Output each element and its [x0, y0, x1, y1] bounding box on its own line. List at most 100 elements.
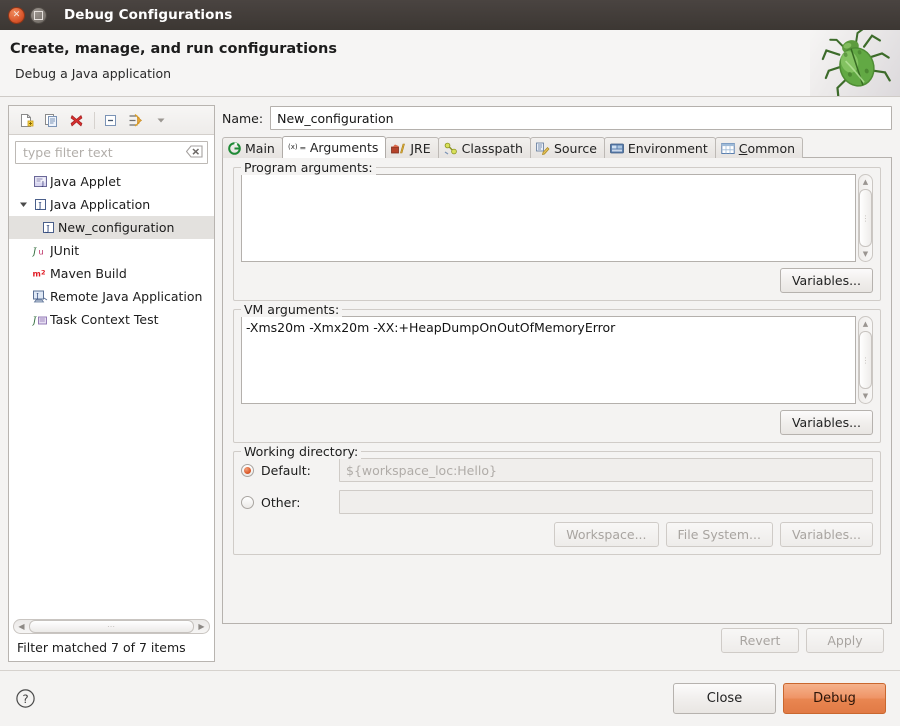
remote-java-icon: J — [30, 289, 50, 304]
tree-horizontal-scrollbar[interactable]: ◀ ⋯ ▶ — [13, 619, 210, 634]
svg-text:=: = — [299, 144, 306, 153]
close-icon[interactable]: ✕ — [8, 6, 25, 24]
tab-arguments[interactable]: (x) = Arguments — [281, 136, 387, 158]
tab-environment[interactable]: Environment — [603, 137, 716, 158]
vm-arguments-label: VM arguments: — [241, 302, 343, 317]
filter-icon[interactable] — [124, 109, 147, 131]
clear-filter-icon[interactable] — [185, 143, 203, 162]
vm-arguments-input[interactable]: -Xms20m -Xmx20m -XX:+HeapDumpOnOutOfMemo… — [241, 316, 856, 404]
bug-icon — [810, 30, 900, 96]
new-document-icon[interactable] — [15, 109, 38, 131]
configuration-editor: Name: New_configuration Main (x) = Argum… — [222, 105, 892, 662]
filter-row: type filter text — [9, 135, 214, 168]
chevron-down-icon[interactable] — [149, 109, 172, 131]
tree-item-label: Java Applet — [50, 174, 121, 189]
scrollbar-thumb[interactable]: ⋮ — [859, 331, 872, 389]
scroll-up-icon[interactable]: ▲ — [860, 176, 872, 188]
vm-arguments-buttons: Variables... — [241, 410, 873, 435]
maximize-icon[interactable] — [30, 6, 47, 24]
dialog-footer: ? Close Debug — [0, 670, 900, 726]
filter-status-label: Filter matched 7 of 7 items — [17, 640, 186, 655]
help-icon[interactable]: ? — [14, 688, 36, 710]
toolbar-separator — [94, 111, 95, 129]
tab-main[interactable]: Main — [222, 137, 283, 158]
debug-configurations-dialog: ✕ Debug Configurations Create, manage, a… — [0, 0, 900, 726]
junit-icon: J u — [30, 243, 50, 258]
arguments-tab-panel: Program arguments: ▲ ⋮ ▼ Variables... VM… — [222, 157, 892, 624]
other-label: Other: — [261, 494, 301, 510]
tree-item-label: Java Application — [50, 197, 151, 212]
tab-label: Arguments — [309, 140, 379, 155]
program-arguments-input[interactable] — [241, 174, 856, 262]
tab-source[interactable]: Source — [529, 137, 605, 158]
window-title: Debug Configurations — [64, 7, 233, 23]
delete-x-icon[interactable] — [65, 109, 88, 131]
scroll-right-icon[interactable]: ▶ — [195, 620, 208, 633]
configurations-tree[interactable]: J Java Applet J Java Application J New_c… — [9, 168, 214, 619]
radio-other[interactable] — [241, 495, 254, 509]
program-arguments-scrollbar[interactable]: ▲ ⋮ ▼ — [858, 174, 873, 262]
tree-item-java-application[interactable]: J Java Application — [9, 193, 214, 216]
debug-button[interactable]: Debug — [783, 683, 886, 714]
window-titlebar: ✕ Debug Configurations — [0, 0, 900, 30]
tree-item-label: Remote Java Application — [50, 289, 203, 304]
tree-horizontal-scrollbar-wrap: ◀ ⋯ ▶ — [9, 619, 214, 636]
filter-placeholder: type filter text — [23, 145, 113, 160]
name-input[interactable]: New_configuration — [270, 106, 892, 130]
scrollbar-thumb[interactable]: ⋯ — [29, 620, 194, 633]
variables-button[interactable]: Variables... — [779, 522, 873, 547]
tree-item-new-configuration[interactable]: J New_configuration — [9, 216, 214, 239]
configuration-tabs: Main (x) = Arguments JRE Classpath Sourc… — [222, 136, 892, 158]
java-application-icon: J — [30, 197, 50, 212]
working-directory-buttons: Workspace... File System... Variables... — [241, 522, 873, 547]
vm-arguments-row: -Xms20m -Xmx20m -XX:+HeapDumpOnOutOfMemo… — [241, 316, 873, 404]
name-row: Name: New_configuration — [222, 105, 892, 131]
search-input[interactable]: type filter text — [15, 141, 208, 164]
tree-item-task-context-test[interactable]: J Task Context Test — [9, 308, 214, 331]
expand-twisty-icon[interactable] — [17, 200, 30, 209]
page-subtitle: Debug a Java application — [15, 66, 172, 81]
tree-item-junit[interactable]: J u JUnit — [9, 239, 214, 262]
tab-label: Classpath — [461, 140, 523, 156]
file-system-button[interactable]: File System... — [665, 522, 773, 547]
tab-jre[interactable]: JRE — [385, 137, 439, 158]
tab-classpath[interactable]: Classpath — [437, 137, 531, 158]
tab-label: Main — [245, 140, 275, 156]
maven-icon: m 2 — [30, 266, 50, 281]
other-directory-input[interactable] — [339, 490, 873, 514]
name-label: Name: — [222, 110, 264, 126]
working-directory-other-row: Other: — [241, 490, 873, 514]
program-arguments-label: Program arguments: — [241, 160, 376, 175]
scrollbar-thumb[interactable]: ⋮ — [859, 189, 872, 247]
scroll-left-icon[interactable]: ◀ — [15, 620, 28, 633]
environment-tab-icon — [610, 142, 624, 155]
collapse-all-icon[interactable] — [99, 109, 122, 131]
tree-item-label: New_configuration — [58, 220, 175, 235]
scroll-down-icon[interactable]: ▼ — [860, 390, 872, 402]
revert-button[interactable]: Revert — [721, 628, 799, 653]
tree-item-remote-java-application[interactable]: J Remote Java Application — [9, 285, 214, 308]
tree-item-label: Maven Build — [50, 266, 127, 281]
apply-button[interactable]: Apply — [806, 628, 884, 653]
vm-arguments-scrollbar[interactable]: ▲ ⋮ ▼ — [858, 316, 873, 404]
arguments-tab-icon: (x) = — [288, 141, 306, 154]
program-variables-button[interactable]: Variables... — [779, 268, 873, 293]
vm-arguments-group: VM arguments: -Xms20m -Xmx20m -XX:+HeapD… — [233, 302, 881, 443]
workspace-button[interactable]: Workspace... — [554, 522, 659, 547]
duplicate-icon[interactable] — [40, 109, 63, 131]
configurations-toolbar — [9, 106, 214, 135]
tree-item-maven-build[interactable]: m 2 Maven Build — [9, 262, 214, 285]
scroll-up-icon[interactable]: ▲ — [860, 318, 872, 330]
svg-text:J: J — [35, 292, 39, 300]
close-button[interactable]: Close — [673, 683, 776, 714]
java-application-icon: J — [38, 220, 58, 235]
working-directory-label: Working directory: — [241, 444, 362, 459]
page-title: Create, manage, and run configurations — [10, 41, 337, 57]
radio-default[interactable] — [241, 463, 254, 477]
tab-common[interactable]: Common — [714, 137, 804, 158]
dialog-header: Create, manage, and run configurations D… — [0, 30, 900, 97]
vm-variables-button[interactable]: Variables... — [779, 410, 873, 435]
tree-item-label: JUnit — [50, 243, 80, 258]
scroll-down-icon[interactable]: ▼ — [860, 248, 872, 260]
tree-item-java-applet[interactable]: J Java Applet — [9, 170, 214, 193]
